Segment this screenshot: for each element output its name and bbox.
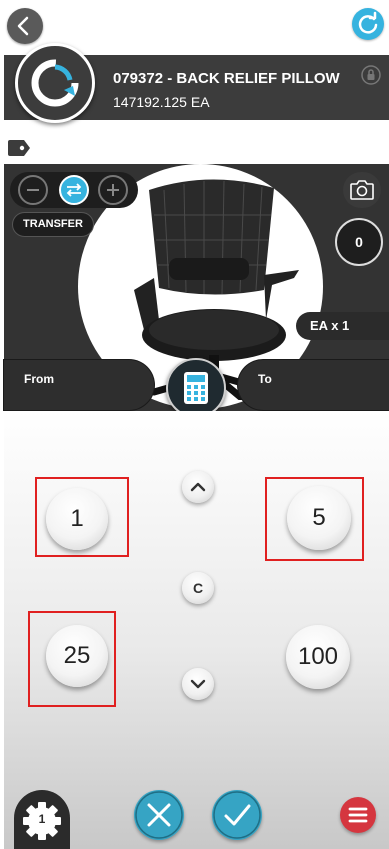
increase-mode-button[interactable] xyxy=(98,175,128,205)
item-title: 079372 - BACK RELIEF PILLOW xyxy=(113,70,340,87)
cancel-button[interactable] xyxy=(134,790,184,840)
decrease-mode-button[interactable] xyxy=(18,175,48,205)
from-location-field[interactable]: From xyxy=(4,360,154,410)
item-quantity: 147192.125 EA xyxy=(113,94,210,110)
item-logo[interactable] xyxy=(15,43,95,123)
menu-icon xyxy=(348,807,368,823)
confirm-button[interactable] xyxy=(212,790,262,840)
settings-badge: 1 xyxy=(38,812,46,826)
to-label: To xyxy=(258,372,272,386)
tag-icon[interactable] xyxy=(6,138,32,158)
quantity-5-button[interactable]: 5 xyxy=(287,486,351,550)
back-button[interactable] xyxy=(7,8,43,44)
quantity-1-button[interactable]: 1 xyxy=(46,488,108,550)
minus-icon xyxy=(27,189,39,191)
calculator-icon xyxy=(184,372,208,404)
decrement-button[interactable] xyxy=(182,668,214,700)
back-arrow-icon xyxy=(17,16,29,36)
increment-button[interactable] xyxy=(182,471,214,503)
plus-icon xyxy=(107,184,119,196)
transfer-mode-button[interactable] xyxy=(59,175,89,205)
close-icon xyxy=(135,791,183,839)
to-location-field[interactable]: To xyxy=(238,360,389,410)
uom-selector[interactable]: EA x 1 xyxy=(296,312,389,340)
check-icon xyxy=(213,791,261,839)
quantity-25-button[interactable]: 25 xyxy=(46,625,108,687)
camera-button[interactable] xyxy=(343,172,381,208)
clear-button[interactable]: C xyxy=(182,572,214,604)
chevron-down-icon xyxy=(190,679,206,689)
transfer-icon xyxy=(66,183,82,197)
lock-icon[interactable] xyxy=(361,65,381,85)
menu-button[interactable] xyxy=(340,797,376,833)
app-root: 079372 - BACK RELIEF PILLOW 147192.125 E… xyxy=(0,0,389,849)
mode-label: TRANSFER xyxy=(12,212,94,237)
chevron-up-icon xyxy=(190,482,206,492)
refresh-button[interactable] xyxy=(352,8,384,40)
camera-icon xyxy=(350,180,374,200)
scan-count[interactable]: 0 xyxy=(335,218,383,266)
refresh-icon xyxy=(358,11,378,34)
sync-logo-icon xyxy=(31,59,79,107)
quantity-100-button[interactable]: 100 xyxy=(286,625,350,689)
calculator-button[interactable] xyxy=(166,358,226,418)
from-label: From xyxy=(24,372,54,386)
